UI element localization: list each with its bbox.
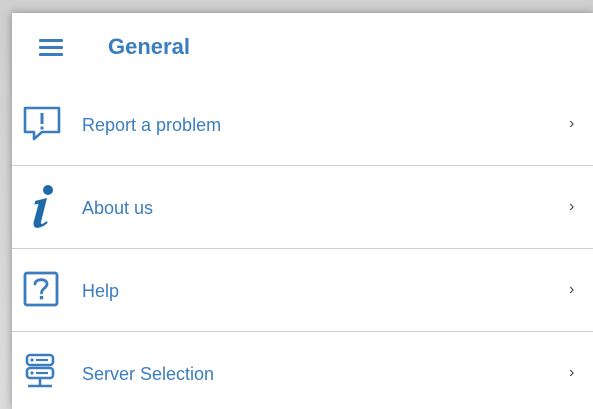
chevron-right-icon: ›: [569, 115, 575, 132]
list-item-label: Server Selection: [82, 364, 215, 384]
chevron-right-icon: ›: [569, 281, 575, 298]
app-header: General: [12, 13, 593, 83]
list-item-help[interactable]: Help ›: [12, 249, 593, 332]
list-item-server-selection[interactable]: Server Selection ›: [12, 332, 593, 409]
settings-screen: General Report a problem › About us › He…: [12, 13, 593, 409]
help-icon: [23, 271, 59, 307]
chevron-right-icon: ›: [569, 364, 575, 381]
list-item-label: Help: [82, 281, 120, 301]
list-item-about-us[interactable]: About us ›: [12, 166, 593, 249]
list-item-label: Report a problem: [82, 115, 222, 135]
settings-list: Report a problem › About us › Help › Ser…: [12, 83, 593, 409]
server-icon: [25, 353, 55, 388]
info-icon: [33, 185, 53, 228]
chevron-right-icon: ›: [569, 198, 575, 215]
hamburger-menu-icon[interactable]: [39, 39, 65, 57]
list-item-report-problem[interactable]: Report a problem ›: [12, 83, 593, 166]
list-item-label: About us: [82, 198, 154, 218]
device-frame: General Report a problem › About us › He…: [0, 0, 593, 409]
report-problem-icon: [23, 106, 61, 141]
page-title: General: [108, 34, 190, 59]
